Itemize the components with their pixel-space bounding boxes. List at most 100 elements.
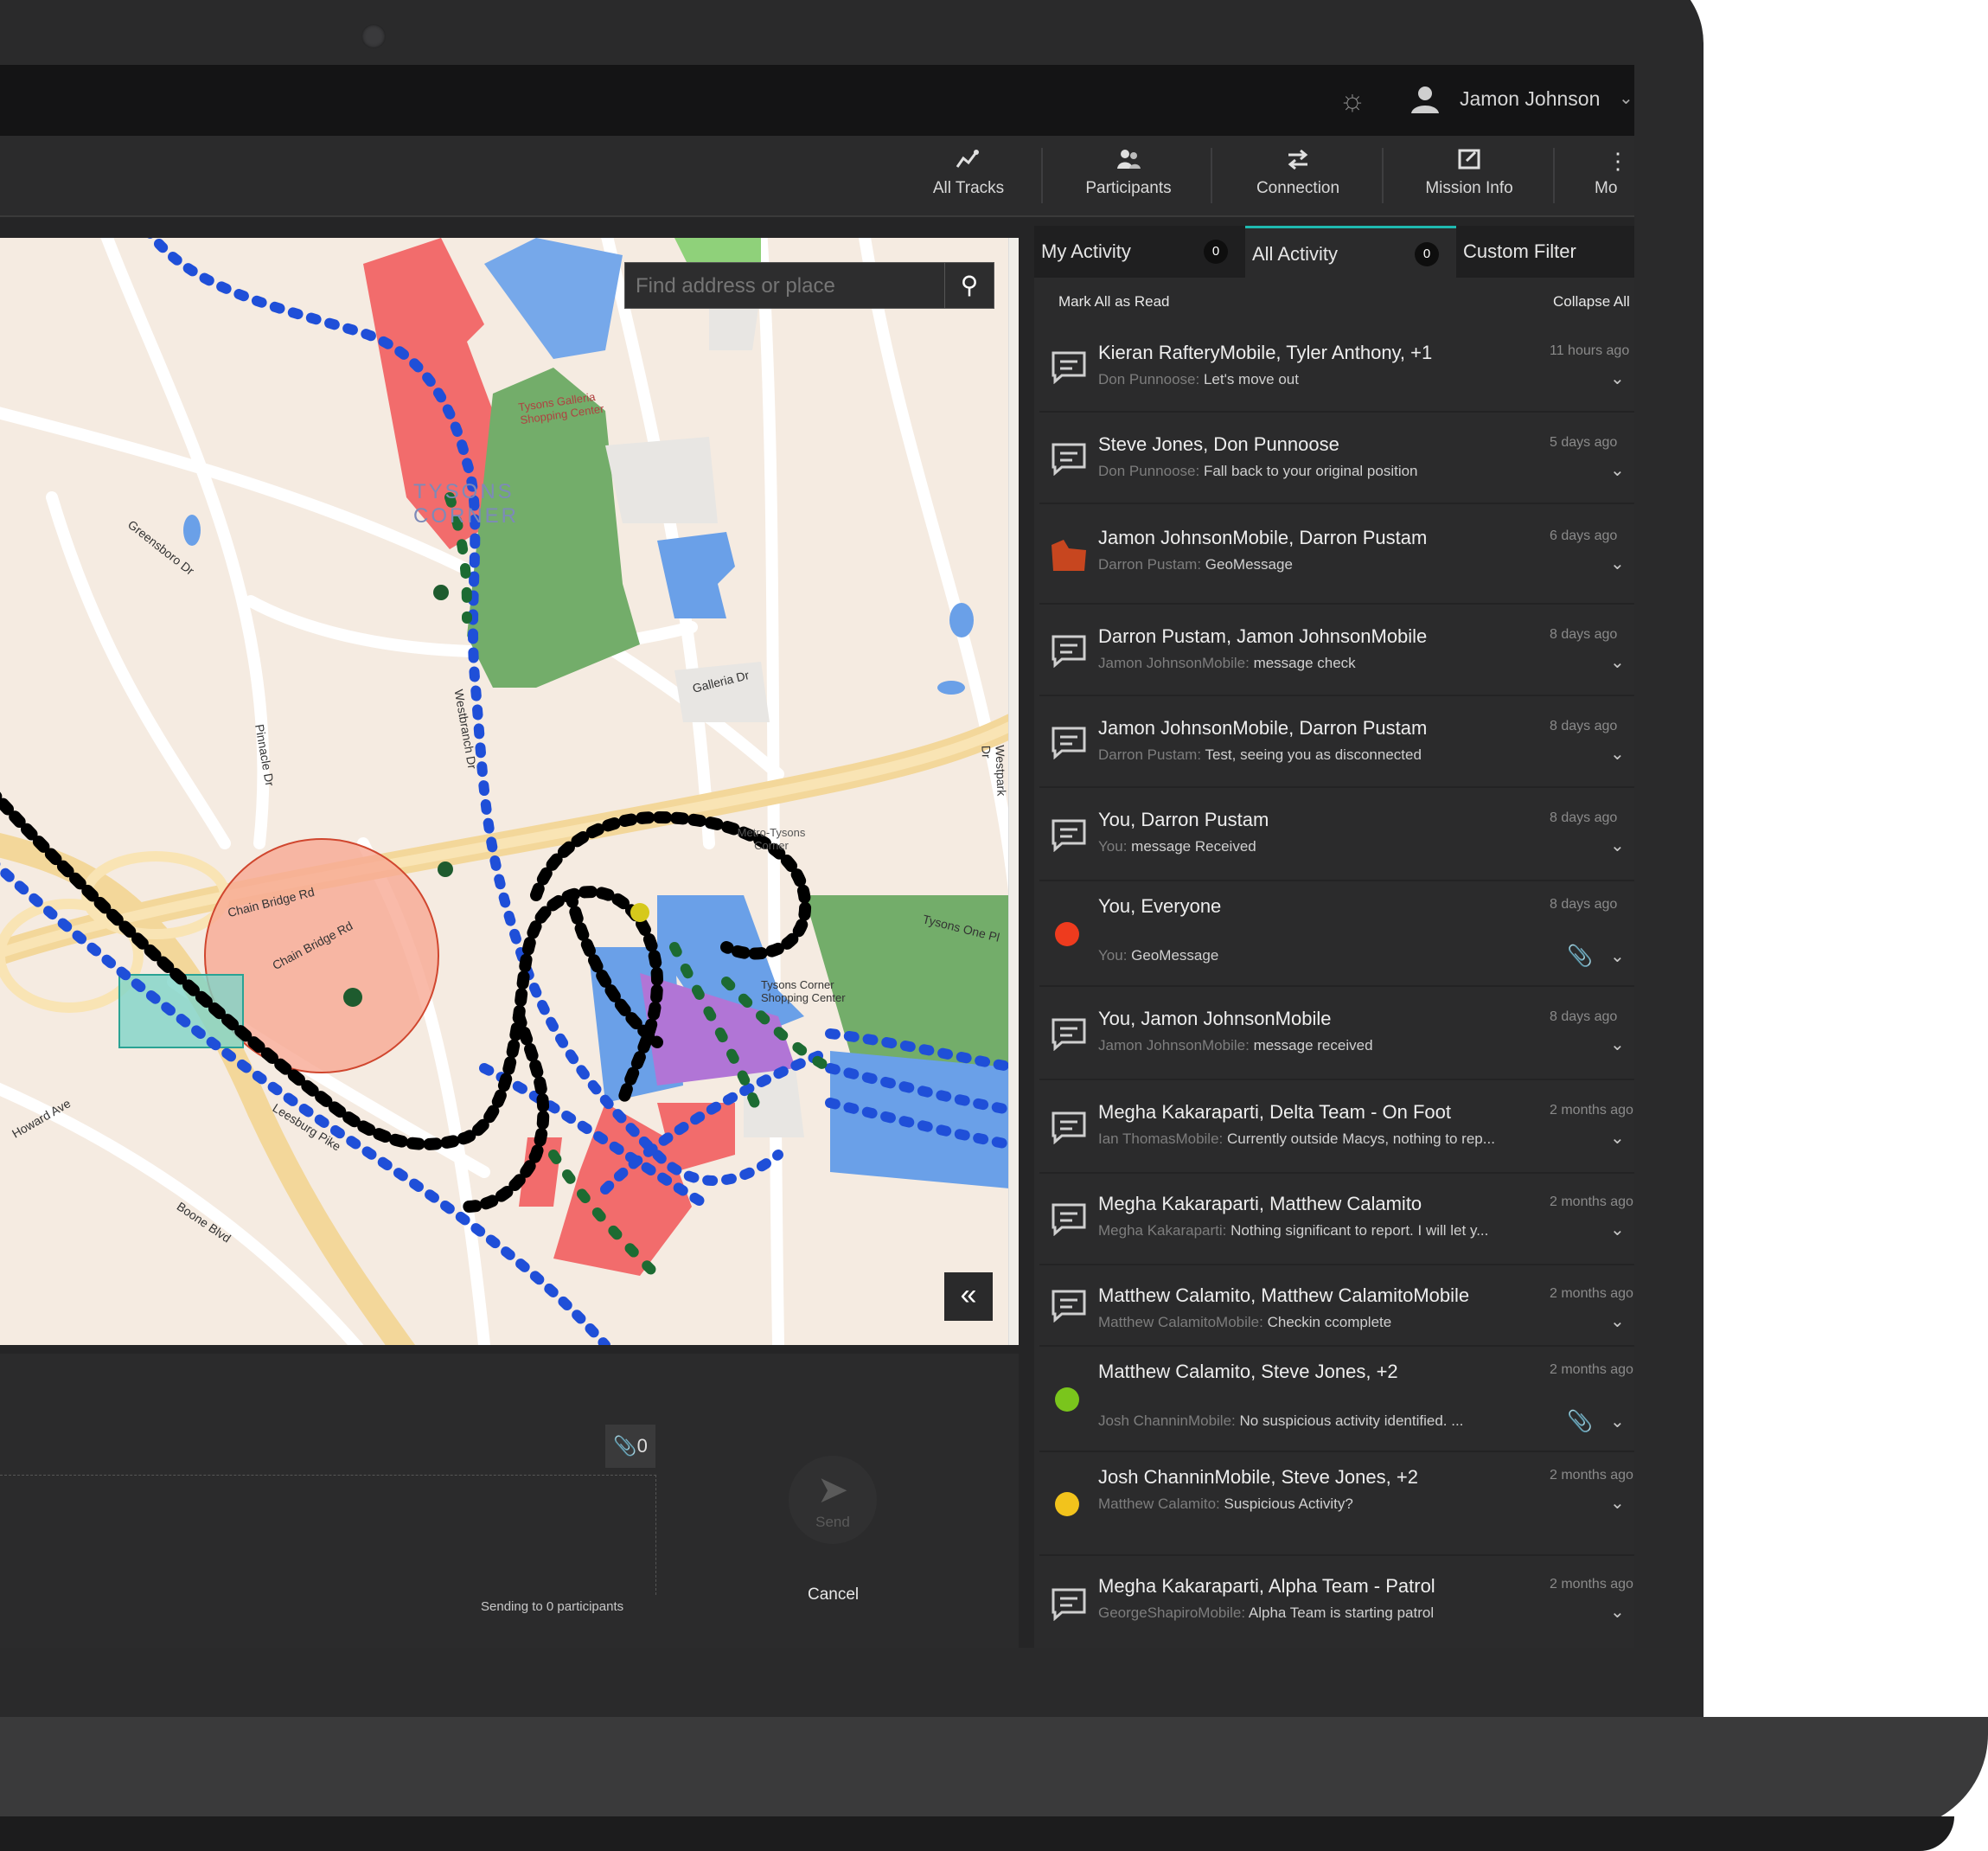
search-icon[interactable]: ⚲	[944, 263, 994, 308]
mission-info-icon	[1454, 148, 1484, 174]
status-dot-icon	[1055, 1492, 1079, 1516]
activity-message: Fall back to your original position	[1203, 463, 1418, 479]
activity-title: Megha Kakaraparti, Matthew Calamito	[1098, 1193, 1422, 1214]
activity-message: No suspicious activity identified. ...	[1239, 1412, 1464, 1429]
activity-item[interactable]: Jamon JohnsonMobile, Darron Pustam Darron…	[1039, 508, 1634, 605]
chat-icon	[1052, 1018, 1086, 1051]
activity-item[interactable]: You, Everyone You: GeoMessage 8 days ago 📎 ⌄	[1039, 883, 1634, 987]
paperclip-icon: 📎	[613, 1435, 637, 1457]
chevron-down-icon[interactable]: ⌄	[1610, 459, 1625, 481]
cancel-button[interactable]: Cancel	[808, 1585, 859, 1604]
map-search-input[interactable]	[625, 263, 950, 310]
user-name[interactable]: Jamon Johnson	[1460, 87, 1600, 111]
activity-time: 11 hours ago	[1550, 343, 1630, 358]
divider	[1211, 148, 1212, 203]
chevron-down-icon[interactable]: ⌄	[1610, 743, 1625, 765]
chevron-down-icon[interactable]: ⌄	[1610, 1310, 1625, 1332]
activity-item[interactable]: Jamon JohnsonMobile, Darron Pustam Darron…	[1039, 698, 1634, 788]
chevron-down-icon[interactable]: ⌄	[1610, 1601, 1625, 1623]
chevron-down-icon[interactable]: ⌄	[1610, 835, 1625, 856]
activity-sender: Jamon JohnsonMobile:	[1098, 655, 1250, 671]
map-search: ⚲	[624, 262, 994, 310]
all-tracks-button[interactable]: All Tracks	[917, 136, 1020, 215]
mission-info-button[interactable]: Mission Info	[1413, 136, 1525, 215]
activity-title: Megha Kakaraparti, Alpha Team - Patrol	[1098, 1575, 1435, 1597]
activity-sender: Darron Pustam:	[1098, 556, 1202, 573]
chevron-down-icon[interactable]: ⌄	[1610, 1219, 1625, 1240]
activity-item[interactable]: Kieran RafteryMobile, Tyler Anthony, +1 D…	[1039, 323, 1634, 413]
more-button[interactable]: ⋮ Mo	[1586, 136, 1634, 215]
chevron-down-icon[interactable]: ⌄	[1610, 1411, 1625, 1432]
connection-button[interactable]: Connection	[1242, 136, 1354, 215]
chevron-down-icon[interactable]: ⌄	[1610, 553, 1625, 574]
tab-custom-filter[interactable]: Custom Filter	[1456, 226, 1634, 278]
tab-label: Custom Filter	[1463, 240, 1576, 262]
activity-title: Darron Pustam, Jamon JohnsonMobile	[1098, 625, 1428, 647]
activity-preview: Jamon JohnsonMobile: message check	[1098, 655, 1548, 672]
activity-item[interactable]: Matthew Calamito, Matthew CalamitoMobile…	[1039, 1265, 1634, 1347]
tool-label: All Tracks	[932, 179, 1005, 197]
map-label: Westpark Dr	[979, 745, 1009, 797]
chevron-down-icon[interactable]: ⌄	[1610, 651, 1625, 673]
map-scrollbar[interactable]	[1008, 238, 1019, 1345]
activity-sender: Don Punnoose:	[1098, 463, 1200, 479]
activity-item[interactable]: Megha Kakaraparti, Alpha Team - Patrol Ge…	[1039, 1556, 1634, 1648]
activity-item[interactable]: You, Jamon JohnsonMobile Jamon JohnsonMob…	[1039, 989, 1634, 1080]
activity-preview: Darron Pustam: Test, seeing you as disco…	[1098, 746, 1548, 764]
activity-time: 2 months ago	[1550, 1468, 1633, 1483]
collapse-all-button[interactable]: Collapse All	[1553, 293, 1630, 311]
map-label: Tysons Corner Shopping Center	[761, 978, 846, 1004]
paperclip-icon[interactable]: 📎	[1567, 1409, 1593, 1434]
activity-message: Let's move out	[1203, 371, 1299, 387]
brightness-icon[interactable]: ☼	[1336, 84, 1369, 117]
message-input[interactable]	[0, 1475, 656, 1595]
activity-item[interactable]: Megha Kakaraparti, Matthew Calamito Megha…	[1039, 1174, 1634, 1265]
participants-button[interactable]: Participants	[1072, 136, 1185, 215]
activity-item[interactable]: Darron Pustam, Jamon JohnsonMobile Jamon …	[1039, 606, 1634, 696]
chat-icon	[1052, 351, 1086, 384]
activity-time: 8 days ago	[1550, 810, 1618, 825]
tab-my-activity[interactable]: My Activity 0	[1034, 226, 1245, 278]
activity-preview: You: GeoMessage	[1098, 947, 1548, 964]
attachment-button[interactable]: 📎0	[605, 1425, 655, 1468]
activity-title: Josh ChanninMobile, Steve Jones, +2	[1098, 1466, 1418, 1488]
tool-label: Participants	[1085, 179, 1172, 197]
activity-sender: You:	[1098, 838, 1128, 855]
chat-icon	[1052, 1290, 1086, 1323]
activity-item[interactable]: Megha Kakaraparti, Delta Team - On Foot I…	[1039, 1082, 1634, 1174]
user-icon[interactable]	[1408, 82, 1442, 117]
status-dot-icon	[1055, 1387, 1079, 1412]
activity-title: Matthew Calamito, Matthew CalamitoMobile	[1098, 1284, 1470, 1306]
activity-item[interactable]: Steve Jones, Don Punnoose Don Punnoose: F…	[1039, 414, 1634, 504]
activity-time: 5 days ago	[1550, 435, 1618, 450]
activity-preview: Matthew Calamito: Suspicious Activity?	[1098, 1496, 1548, 1513]
mark-all-read-button[interactable]: Mark All as Read	[1058, 293, 1170, 311]
activity-item[interactable]: You, Darron Pustam You: message Received 8…	[1039, 790, 1634, 881]
activity-preview: Megha Kakaraparti: Nothing significant t…	[1098, 1222, 1548, 1239]
tab-all-activity[interactable]: All Activity 0	[1245, 226, 1456, 280]
activity-item[interactable]: Matthew Calamito, Steve Jones, +2 Josh Ch…	[1039, 1348, 1634, 1452]
activity-preview: GeorgeShapiroMobile: Alpha Team is start…	[1098, 1604, 1548, 1622]
activity-preview: Matthew CalamitoMobile: Checkin ccomplet…	[1098, 1314, 1548, 1331]
activity-time: 8 days ago	[1550, 627, 1618, 642]
send-button[interactable]: ➤ Send	[789, 1456, 877, 1544]
activity-sender: Josh ChanninMobile:	[1098, 1412, 1236, 1429]
chevron-down-icon[interactable]: ⌄	[1610, 945, 1625, 967]
compose-area: 📎0 Sending to 0 participants ➤ Send Canc…	[0, 1354, 1019, 1648]
chat-icon	[1052, 1588, 1086, 1621]
map-canvas[interactable]	[0, 238, 1019, 1345]
chevron-down-icon[interactable]: ⌄	[1610, 1492, 1625, 1514]
activity-item[interactable]: Josh ChanninMobile, Steve Jones, +2 Matth…	[1039, 1454, 1634, 1556]
more-icon: ⋮	[1607, 148, 1629, 174]
top-bar: ☼ Jamon Johnson ⌄	[0, 65, 1634, 136]
chevron-down-icon[interactable]: ⌄	[1619, 87, 1633, 109]
divider	[1382, 148, 1384, 203]
collapse-panel-icon[interactable]: «	[944, 1272, 993, 1321]
paperclip-icon[interactable]: 📎	[1567, 944, 1593, 969]
laptop-base-edge	[0, 1816, 1954, 1851]
chevron-down-icon[interactable]: ⌄	[1610, 1034, 1625, 1055]
map-view[interactable]: TYSONS CORNER Tysons Galleria Shopping C…	[0, 238, 1019, 1345]
chevron-down-icon[interactable]: ⌄	[1610, 1127, 1625, 1149]
chat-icon	[1052, 1111, 1086, 1144]
chevron-down-icon[interactable]: ⌄	[1610, 368, 1625, 389]
